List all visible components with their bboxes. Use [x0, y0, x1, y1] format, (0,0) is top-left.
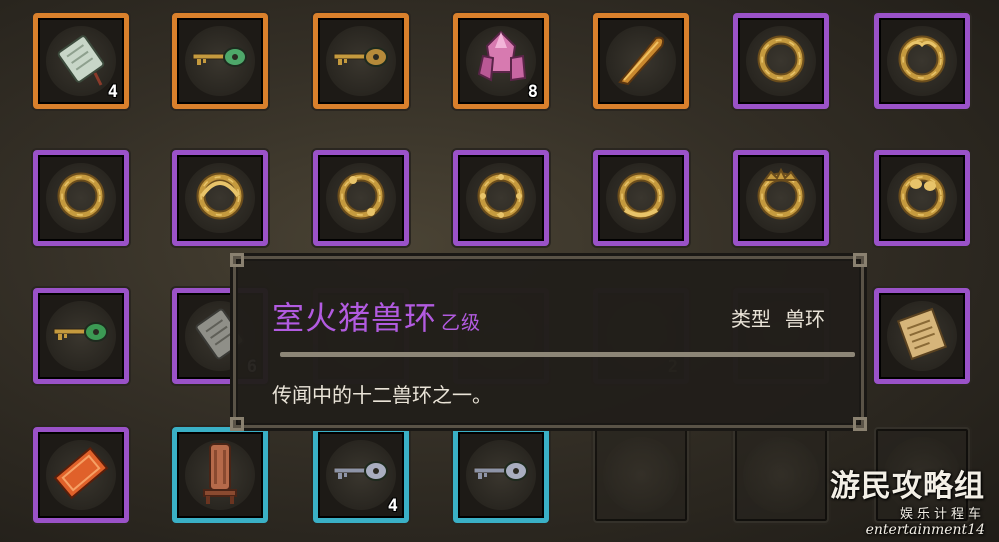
inventory-slot[interactable] [453, 150, 549, 246]
watermark-en: entertainment14 [865, 522, 985, 538]
item-grade: 乙级 [441, 312, 482, 334]
empty-inventory-slot[interactable] [593, 427, 689, 523]
item-count: 4 [107, 82, 118, 102]
serpent-ring-icon [331, 166, 391, 230]
item-tooltip: 室火猪兽环 乙级 类型 兽环 传闻中的十二兽环之一。 [230, 253, 867, 431]
inventory-slot[interactable] [33, 288, 129, 384]
inventory-slot[interactable] [172, 13, 268, 109]
inventory-slot[interactable] [172, 150, 268, 246]
item-count: 4 [387, 496, 398, 516]
inventory-slot[interactable] [453, 427, 549, 523]
golden-feather-icon [610, 28, 672, 94]
horned-ring-icon [611, 166, 671, 230]
item-type: 类型 兽环 [731, 303, 825, 332]
green-key-icon [50, 314, 112, 358]
item-name-text: 室火猪兽环 [272, 299, 438, 337]
inventory-slot[interactable]: 4 [313, 427, 409, 523]
silver-key-icon [470, 453, 532, 497]
inventory-slot[interactable]: 8 [453, 13, 549, 109]
crowned-ring-icon [751, 166, 811, 230]
plain-ring-icon [51, 166, 111, 230]
beaded-ring-icon [471, 166, 531, 230]
scroll-icon [892, 304, 952, 368]
inventory-slot[interactable] [33, 150, 129, 246]
twisted-ring-icon [190, 166, 250, 230]
tooltip-corner [853, 253, 867, 267]
inventory-slot[interactable] [874, 288, 970, 384]
jade-tablet-icon [51, 29, 111, 93]
empty-inventory-slot[interactable] [733, 427, 829, 523]
inventory-slot[interactable] [733, 150, 829, 246]
inventory-slot[interactable] [172, 427, 268, 523]
inventory-slot[interactable] [593, 13, 689, 109]
tooltip-corner [230, 253, 244, 267]
wooden-stand-icon [200, 440, 240, 510]
watermark: 游民攻略组 娱乐计程车 entertainment14 [830, 461, 985, 538]
watermark-main: 游民攻略组 [830, 469, 985, 504]
tooltip-corner [230, 417, 244, 431]
item-type-value: 兽环 [785, 307, 825, 331]
inventory-slot[interactable] [593, 150, 689, 246]
inventory-slot[interactable] [33, 427, 129, 523]
jade-key-icon [189, 39, 251, 83]
inventory-slot[interactable] [874, 13, 970, 109]
watermark-sub: 娱乐计程车 [899, 507, 985, 522]
tooltip-corner [853, 417, 867, 431]
inventory-slot[interactable] [313, 150, 409, 246]
ornate-ring-icon [892, 29, 952, 93]
item-count: 8 [527, 82, 538, 102]
item-type-label: 类型 [731, 307, 771, 331]
golden-key-icon [330, 39, 392, 83]
plain-ring-icon [751, 29, 811, 93]
paw-ring-icon [892, 166, 952, 230]
tooltip-divider [280, 352, 855, 357]
inventory-slot[interactable] [313, 13, 409, 109]
inventory-slot[interactable] [733, 13, 829, 109]
item-description: 传闻中的十二兽环之一。 [272, 383, 492, 407]
inventory-slot[interactable] [874, 150, 970, 246]
silver-key-icon [330, 453, 392, 497]
pink-crystal-icon [471, 28, 531, 94]
item-name: 室火猪兽环 乙级 [272, 293, 481, 339]
inventory-slot[interactable]: 4 [33, 13, 129, 109]
orange-ticket-icon [50, 442, 112, 508]
